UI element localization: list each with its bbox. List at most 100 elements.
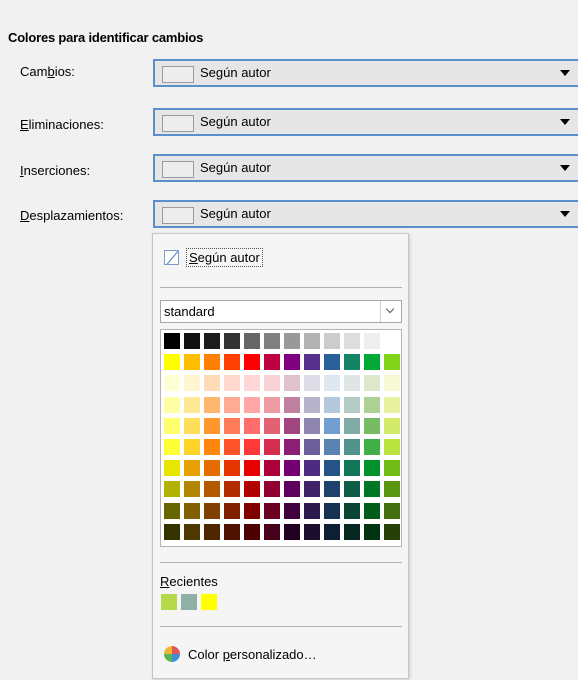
color-swatch[interactable]	[284, 417, 300, 434]
color-swatch[interactable]	[384, 439, 400, 455]
color-swatch[interactable]	[164, 354, 180, 371]
color-swatch[interactable]	[244, 354, 260, 371]
color-swatch[interactable]	[344, 481, 360, 498]
color-swatch[interactable]	[184, 523, 200, 540]
color-swatch[interactable]	[184, 460, 200, 477]
color-swatch[interactable]	[324, 502, 340, 519]
color-swatch[interactable]	[224, 439, 240, 455]
color-swatch[interactable]	[384, 460, 400, 477]
combo-eliminaciones[interactable]: Según autor	[153, 108, 578, 136]
color-swatch[interactable]	[184, 375, 200, 392]
color-swatch[interactable]	[364, 396, 380, 413]
color-swatch[interactable]	[224, 523, 240, 540]
combo-inserciones[interactable]: Según autor	[153, 154, 578, 182]
color-swatch[interactable]	[304, 333, 320, 349]
color-swatch[interactable]	[324, 481, 340, 498]
color-swatch[interactable]	[184, 502, 200, 519]
color-swatch[interactable]	[344, 460, 360, 477]
color-swatch[interactable]	[384, 354, 400, 371]
color-swatch[interactable]	[264, 523, 280, 540]
color-swatch[interactable]	[204, 481, 220, 498]
combo-desplazamientos[interactable]: Según autor	[153, 200, 578, 228]
color-swatch[interactable]	[364, 375, 380, 392]
color-swatch[interactable]	[304, 502, 320, 519]
color-swatch[interactable]	[384, 502, 400, 519]
chevron-down-icon[interactable]	[380, 301, 401, 322]
color-swatch[interactable]	[244, 481, 260, 498]
color-swatch[interactable]	[164, 502, 180, 519]
color-swatch[interactable]	[204, 354, 220, 371]
color-swatch[interactable]	[324, 354, 340, 371]
color-swatch[interactable]	[224, 417, 240, 434]
color-swatch[interactable]	[364, 439, 380, 455]
color-swatch[interactable]	[324, 375, 340, 392]
color-swatch[interactable]	[324, 439, 340, 455]
color-swatch[interactable]	[184, 481, 200, 498]
color-swatch[interactable]	[384, 396, 400, 413]
color-swatch[interactable]	[284, 439, 300, 455]
color-swatch[interactable]	[184, 417, 200, 434]
color-swatch[interactable]	[264, 375, 280, 392]
color-swatch[interactable]	[344, 502, 360, 519]
color-swatch[interactable]	[244, 523, 260, 540]
color-swatch[interactable]	[384, 375, 400, 392]
color-swatch[interactable]	[304, 354, 320, 371]
color-swatch[interactable]	[264, 354, 280, 371]
color-swatch[interactable]	[324, 523, 340, 540]
color-swatch[interactable]	[284, 523, 300, 540]
color-swatch[interactable]	[184, 439, 200, 455]
color-swatch[interactable]	[304, 417, 320, 434]
color-swatch[interactable]	[244, 502, 260, 519]
color-swatch[interactable]	[224, 460, 240, 477]
color-swatch[interactable]	[344, 375, 360, 392]
color-swatch[interactable]	[264, 481, 280, 498]
color-swatch[interactable]	[164, 523, 180, 540]
recent-color-swatch[interactable]	[181, 594, 197, 610]
color-swatch[interactable]	[184, 354, 200, 371]
color-swatch[interactable]	[384, 523, 400, 540]
color-swatch[interactable]	[164, 375, 180, 392]
color-swatch[interactable]	[284, 354, 300, 371]
color-swatch[interactable]	[284, 375, 300, 392]
color-swatch[interactable]	[224, 396, 240, 413]
color-swatch[interactable]	[164, 481, 180, 498]
color-swatch[interactable]	[204, 460, 220, 477]
color-swatch[interactable]	[324, 333, 340, 349]
color-swatch[interactable]	[244, 439, 260, 455]
color-swatch[interactable]	[164, 439, 180, 455]
color-swatch[interactable]	[204, 396, 220, 413]
color-swatch[interactable]	[344, 523, 360, 540]
color-swatch[interactable]	[264, 460, 280, 477]
color-swatch[interactable]	[284, 481, 300, 498]
color-swatch[interactable]	[224, 375, 240, 392]
color-swatch[interactable]	[284, 460, 300, 477]
color-swatch[interactable]	[244, 417, 260, 434]
color-swatch[interactable]	[304, 481, 320, 498]
color-swatch[interactable]	[364, 481, 380, 498]
color-swatch[interactable]	[364, 417, 380, 434]
color-swatch[interactable]	[244, 375, 260, 392]
color-swatch[interactable]	[324, 460, 340, 477]
color-swatch[interactable]	[184, 396, 200, 413]
color-swatch[interactable]	[204, 439, 220, 455]
color-swatch[interactable]	[244, 460, 260, 477]
color-swatch[interactable]	[264, 396, 280, 413]
color-swatch[interactable]	[304, 396, 320, 413]
color-swatch[interactable]	[364, 523, 380, 540]
color-swatch[interactable]	[204, 523, 220, 540]
combo-cambios[interactable]: Según autor	[153, 59, 578, 87]
color-swatch[interactable]	[164, 460, 180, 477]
color-swatch[interactable]	[244, 396, 260, 413]
color-swatch[interactable]	[264, 439, 280, 455]
color-swatch[interactable]	[204, 502, 220, 519]
color-swatch[interactable]	[204, 333, 220, 349]
color-swatch[interactable]	[224, 354, 240, 371]
color-swatch[interactable]	[164, 417, 180, 434]
recent-color-swatch[interactable]	[201, 594, 217, 610]
color-swatch[interactable]	[324, 417, 340, 434]
color-swatch[interactable]	[184, 333, 200, 349]
color-swatch[interactable]	[304, 460, 320, 477]
color-swatch[interactable]	[224, 481, 240, 498]
palette-select[interactable]: standard	[160, 300, 402, 323]
color-swatch[interactable]	[344, 396, 360, 413]
